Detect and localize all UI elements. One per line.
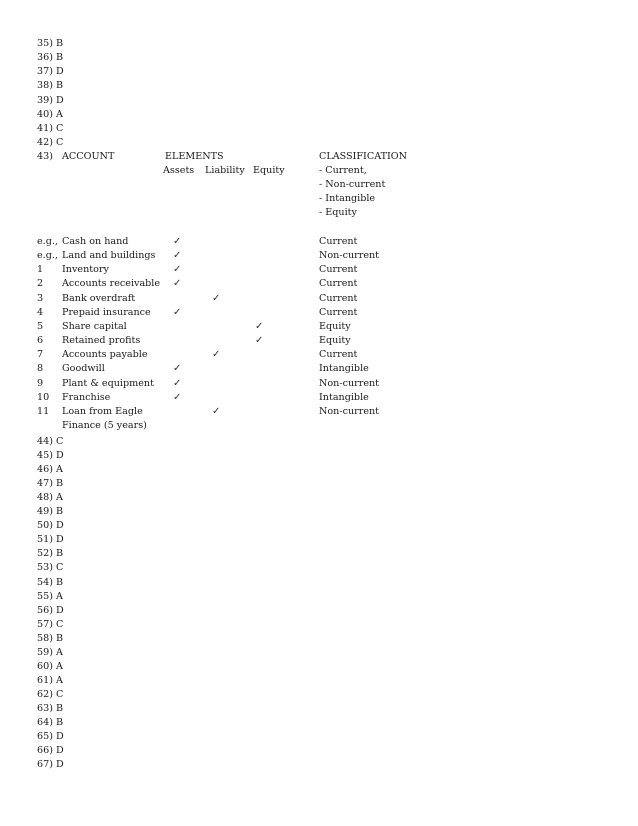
header-assets: Assets — [163, 165, 195, 176]
answer-item: 66) D — [37, 745, 64, 757]
answer-item: 37) D — [37, 66, 64, 78]
answer-item: 57) C — [37, 618, 64, 630]
answer-item: 55) A — [37, 590, 63, 602]
answer-item: 41) C — [37, 122, 64, 134]
check-equity-icon: ✓ — [255, 335, 264, 347]
row-number: 6 — [37, 335, 44, 347]
classification-value: Current — [319, 306, 358, 318]
answer-item: 65) D — [37, 731, 64, 743]
row-number: 4 — [37, 306, 44, 318]
account-name: Bank overdraft — [62, 292, 136, 304]
answer-item: 52) B — [37, 548, 64, 560]
answer-item: 62) C — [37, 688, 64, 700]
header-equity: Equity — [253, 165, 285, 176]
classification-value: Non-current — [319, 250, 380, 262]
check-assets-icon: ✓ — [173, 377, 182, 389]
answer-item: 58) B — [37, 632, 64, 644]
check-assets-icon: ✓ — [173, 391, 182, 403]
answer-item: 59) A — [37, 646, 63, 658]
header-account: ACCOUNT — [62, 151, 115, 162]
account-name-continued: Finance (5 years) — [62, 419, 147, 431]
account-name: Share capital — [62, 320, 127, 332]
classification-value: Intangible — [319, 363, 369, 375]
answer-item: 49) B — [37, 506, 64, 518]
row-number: 8 — [37, 363, 44, 375]
row-number: 2 — [37, 278, 44, 290]
answer-item: 40) A — [37, 108, 63, 120]
classification-value: Equity — [319, 320, 351, 332]
check-assets-icon: ✓ — [173, 306, 182, 318]
check-assets-icon: ✓ — [173, 278, 182, 290]
account-name: Accounts payable — [62, 349, 148, 361]
classification-value: Intangible — [319, 391, 369, 403]
row-number: e.g., — [37, 250, 58, 262]
row-number: 10 — [37, 391, 50, 403]
answer-item: 42) C — [37, 137, 64, 149]
classification-value: Current — [319, 292, 358, 304]
answer-item: 38) B — [37, 80, 64, 92]
answer-key-page: 35) B 36) B 37) D 38) B 39) D 40) A 41) C 42) C… — [0, 0, 638, 826]
account-name: Accounts receivable — [62, 278, 161, 290]
account-name: Loan from Eagle — [62, 405, 143, 417]
answer-item: 36) B — [37, 52, 64, 64]
row-number: e.g., — [37, 236, 58, 247]
answer-item: 44) C — [37, 436, 64, 447]
account-name: Prepaid insurance — [62, 306, 151, 318]
answer-item: 54) B — [37, 576, 64, 588]
header-classification: CLASSIFICATION — [319, 151, 408, 162]
classification-option: - Non-current — [319, 179, 386, 191]
answer-item: 39) D — [37, 94, 64, 106]
classification-value: Current — [319, 278, 358, 290]
classification-value: Current — [319, 236, 358, 247]
answer-item: 46) A — [37, 464, 63, 476]
row-number: 9 — [37, 377, 44, 389]
answer-item: 51) D — [37, 534, 64, 546]
check-assets-icon: ✓ — [173, 264, 182, 276]
check-equity-icon: ✓ — [255, 320, 264, 332]
check-assets-icon: ✓ — [173, 236, 182, 247]
answer-item: 61) A — [37, 674, 63, 686]
account-name: Land and buildings — [62, 250, 156, 262]
account-name: Plant & equipment — [62, 377, 154, 389]
check-liability-icon: ✓ — [212, 349, 221, 361]
answer-item: 67) D — [37, 759, 64, 771]
check-liability-icon: ✓ — [212, 292, 221, 304]
account-name: Goodwill — [62, 363, 105, 375]
check-liability-icon: ✓ — [212, 405, 221, 417]
check-assets-icon: ✓ — [173, 250, 182, 262]
account-name: Inventory — [62, 264, 109, 276]
classification-option: - Equity — [319, 207, 357, 219]
classification-value: Equity — [319, 335, 351, 347]
row-number: 1 — [37, 264, 44, 276]
classification-value: Current — [319, 349, 358, 361]
answer-item: 53) C — [37, 562, 64, 574]
answer-item: 47) B — [37, 478, 64, 490]
row-number: 5 — [37, 320, 44, 332]
answer-item: 45) D — [37, 450, 64, 462]
answer-item: 60) A — [37, 660, 63, 672]
answer-item: 56) D — [37, 604, 64, 616]
answer-item: 64) B — [37, 717, 64, 728]
account-name: Franchise — [62, 391, 111, 403]
account-name: Retained profits — [62, 335, 141, 347]
answer-item: 63) B — [37, 702, 64, 714]
header-liability: Liability — [205, 165, 245, 176]
answer-item: 50) D — [37, 520, 64, 532]
check-assets-icon: ✓ — [173, 363, 182, 375]
classification-value: Non-current — [319, 377, 380, 389]
row-number: 11 — [37, 405, 50, 417]
row-number: 3 — [37, 292, 44, 304]
classification-value: Non-current — [319, 405, 380, 417]
answer-item: 35) B — [37, 38, 64, 49]
classification-option: - Intangible — [319, 193, 376, 205]
question-number: 43) — [37, 151, 53, 162]
classification-value: Current — [319, 264, 358, 276]
header-elements: ELEMENTS — [165, 151, 224, 162]
account-name: Cash on hand — [62, 236, 129, 247]
answer-item: 48) A — [37, 492, 63, 504]
classification-option: - Current, — [319, 165, 367, 176]
row-number: 7 — [37, 349, 44, 361]
